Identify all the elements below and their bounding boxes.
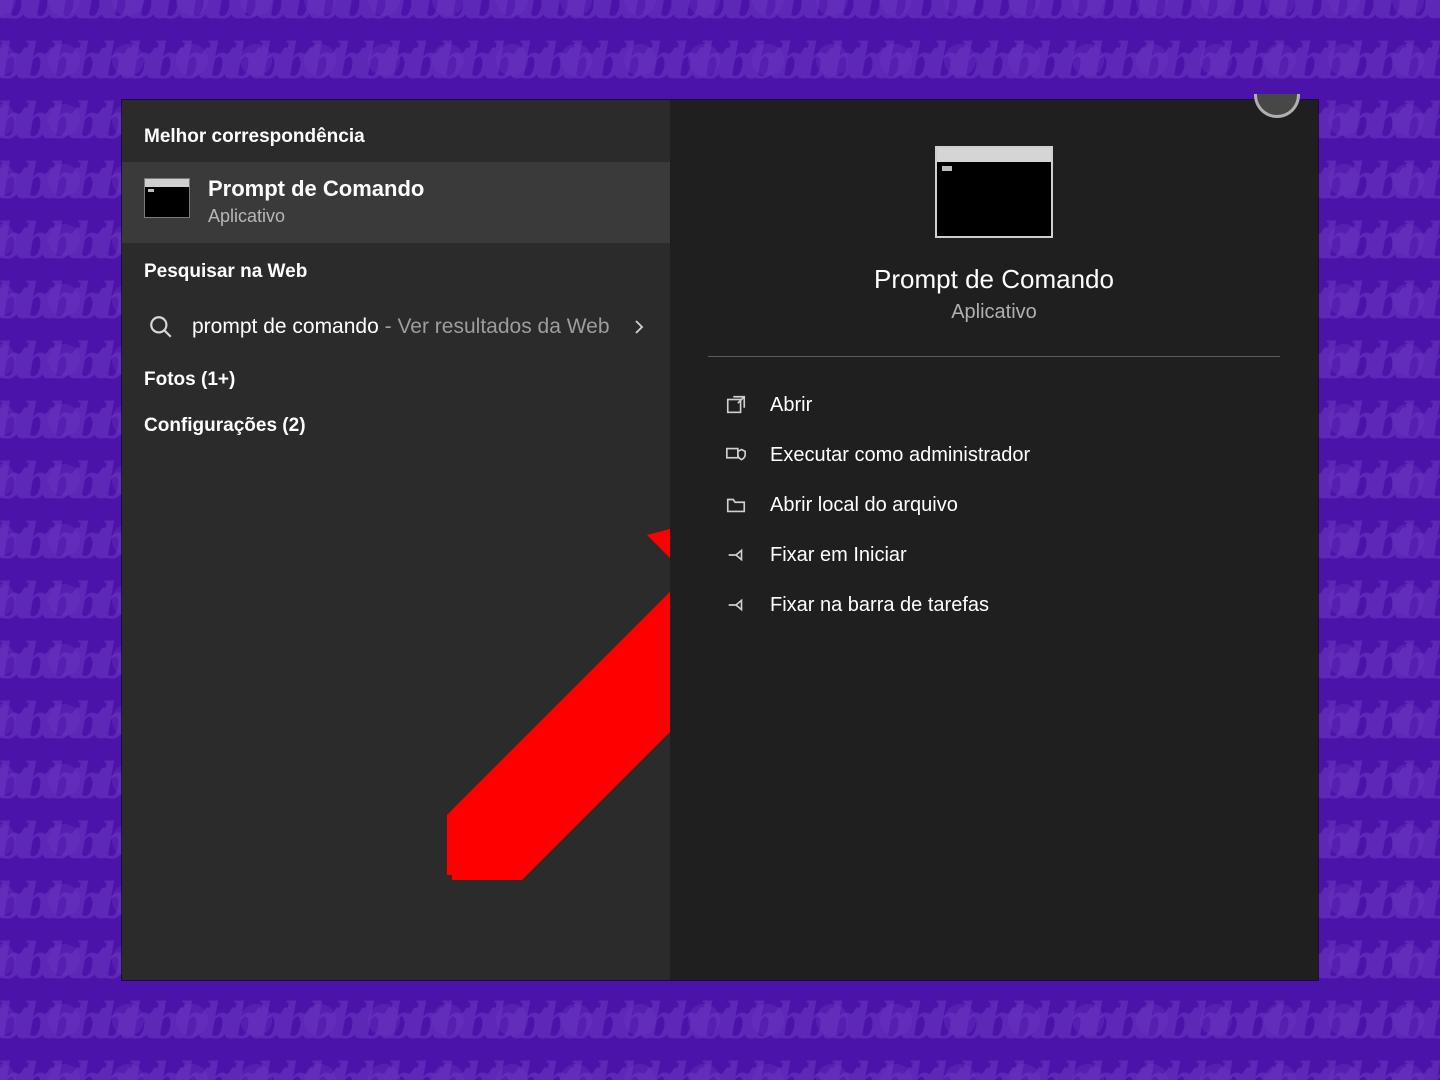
preview-title: Prompt de Comando [874, 264, 1114, 295]
search-results-pane: Melhor correspondência Prompt de Comando… [122, 100, 670, 980]
action-label: Abrir local do arquivo [770, 494, 958, 517]
best-match-title: Prompt de Comando [208, 176, 424, 202]
cmd-icon [935, 146, 1053, 238]
actions-list: Abrir Executar como administrador Abrir … [670, 363, 1318, 629]
action-open[interactable]: Abrir [724, 381, 1318, 429]
shield-icon [724, 443, 748, 467]
pin-icon [724, 593, 748, 617]
user-avatar[interactable] [1254, 94, 1300, 118]
chevron-right-icon [630, 318, 648, 336]
action-pin-taskbar[interactable]: Fixar na barra de tarefas [724, 581, 1318, 629]
action-pin-start[interactable]: Fixar em Iniciar [724, 531, 1318, 579]
divider [708, 356, 1280, 357]
action-label: Fixar na barra de tarefas [770, 594, 989, 617]
start-search-window: Melhor correspondência Prompt de Comando… [122, 100, 1318, 980]
action-label: Fixar em Iniciar [770, 544, 907, 567]
web-search-header: Pesquisar na Web [122, 243, 670, 297]
category-settings[interactable]: Configurações (2) [122, 397, 670, 443]
web-search-text: prompt de comando - Ver resultados da We… [192, 313, 612, 341]
cmd-icon [144, 178, 190, 218]
pin-icon [724, 543, 748, 567]
preview-pane: Prompt de Comando Aplicativo Abrir [670, 100, 1318, 980]
action-open-location[interactable]: Abrir local do arquivo [724, 481, 1318, 529]
action-run-admin[interactable]: Executar como administrador [724, 431, 1318, 479]
action-label: Executar como administrador [770, 444, 1030, 467]
category-photos[interactable]: Fotos (1+) [122, 351, 670, 397]
preview-card: Prompt de Comando Aplicativo [670, 118, 1318, 350]
folder-icon [724, 493, 748, 517]
web-search-result[interactable]: prompt de comando - Ver resultados da We… [122, 303, 670, 351]
search-icon [148, 314, 174, 340]
best-match-header: Melhor correspondência [122, 108, 670, 162]
action-label: Abrir [770, 394, 812, 417]
open-icon [724, 393, 748, 417]
preview-subtitle: Aplicativo [951, 301, 1037, 324]
best-match-subtitle: Aplicativo [208, 206, 424, 227]
best-match-result[interactable]: Prompt de Comando Aplicativo [122, 162, 670, 243]
